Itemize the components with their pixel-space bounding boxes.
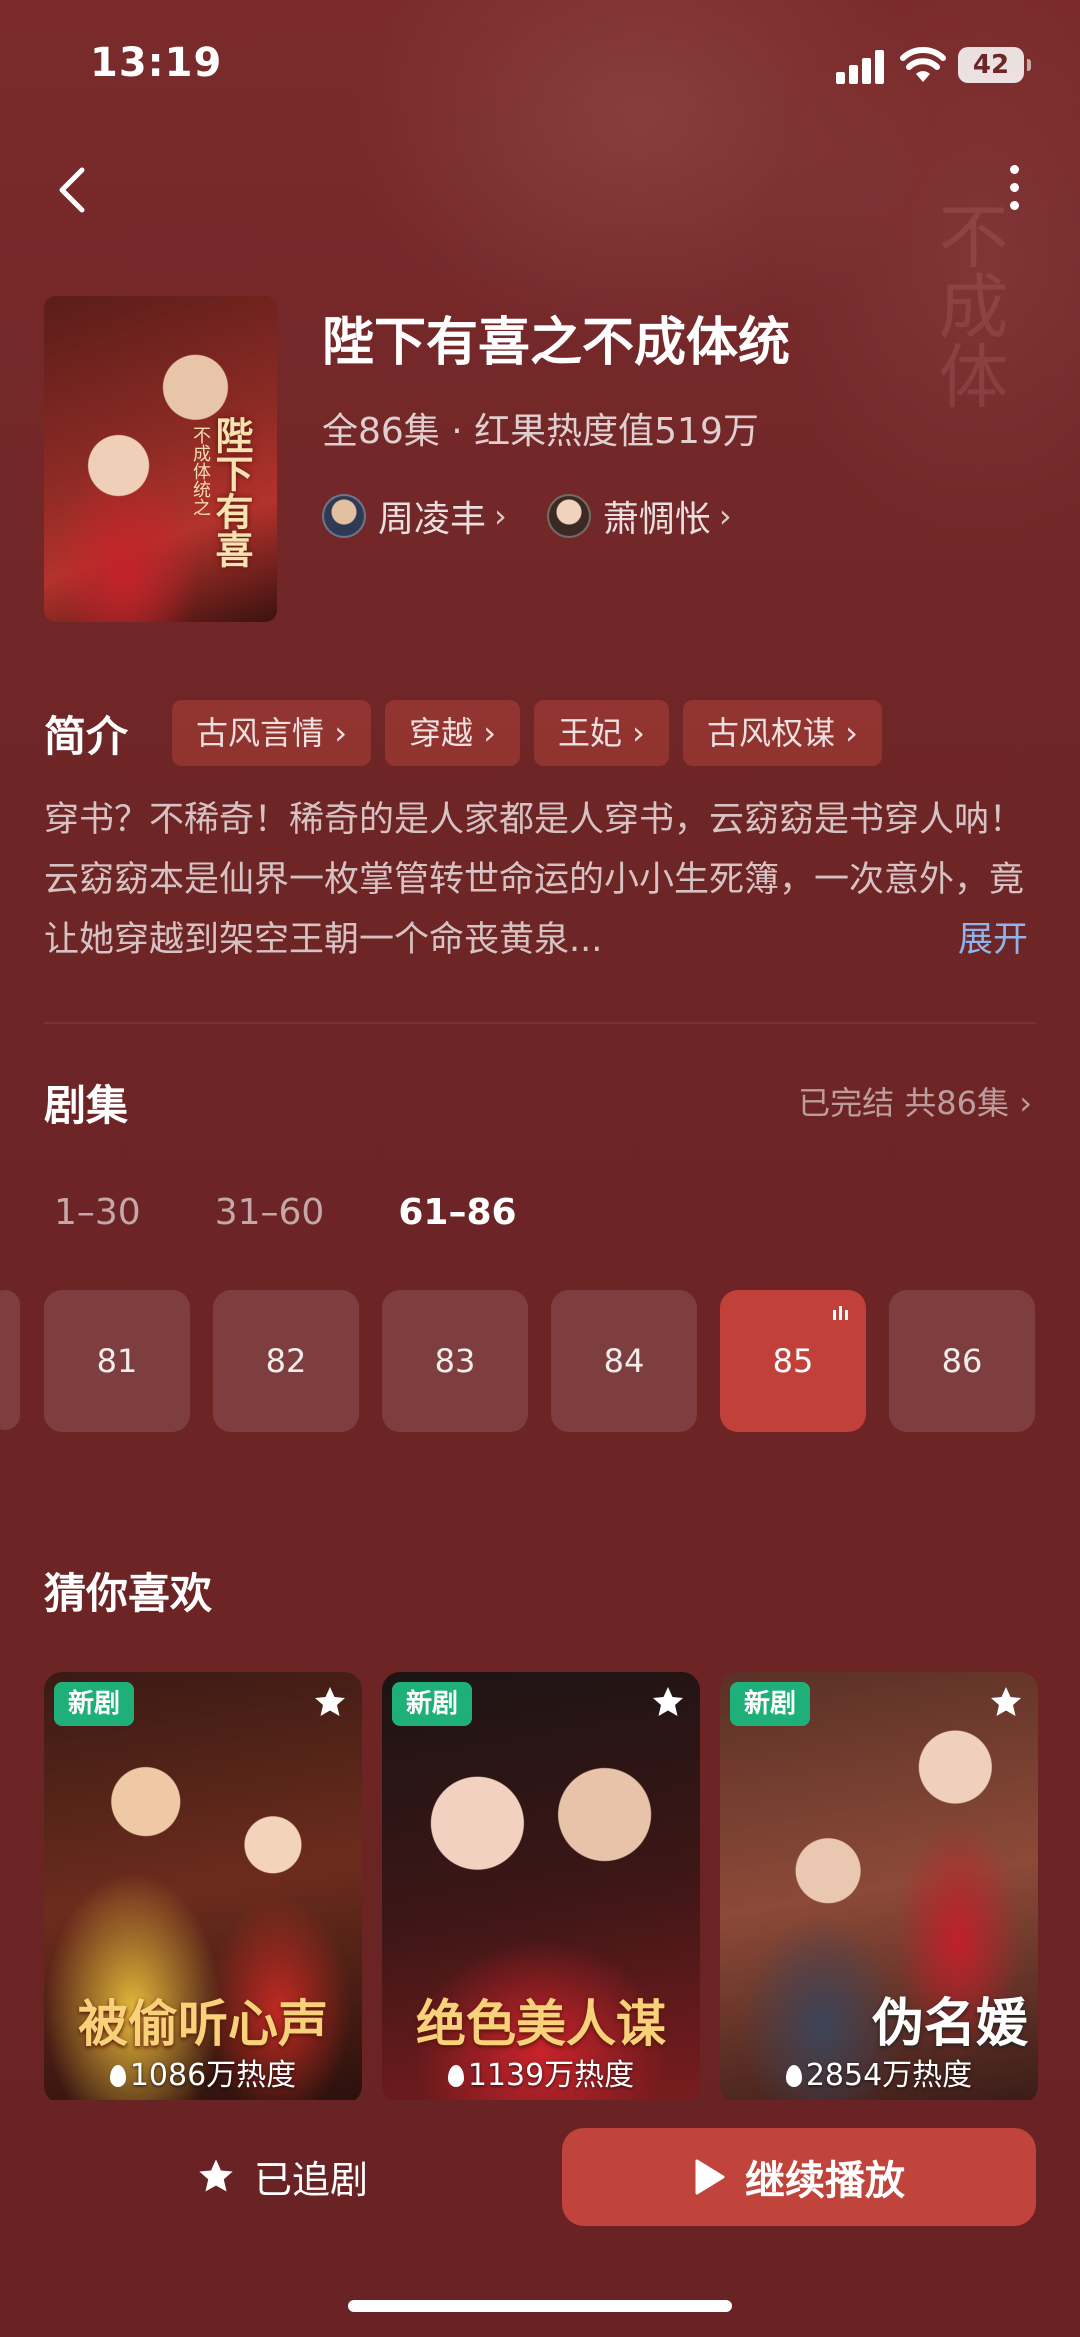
tag[interactable]: 古风言情 ›: [172, 700, 371, 766]
expand-link[interactable]: 展开: [958, 910, 1028, 970]
tag-label: 古风言情: [196, 714, 325, 752]
episode-grid: 81 82 83 84 85 86: [44, 1290, 1035, 1432]
tab-range-1[interactable]: 1–30: [54, 1192, 141, 1233]
follow-label: 已追剧: [254, 2157, 369, 2202]
episodes-status: 已完结 共86集: [798, 1084, 1010, 1122]
play-label: 继续播放: [745, 2158, 905, 2204]
episode-button[interactable]: 81: [44, 1290, 190, 1432]
new-badge: 新剧: [730, 1682, 811, 1726]
star-icon[interactable]: [988, 1684, 1024, 1720]
flame-icon: [109, 2065, 126, 2087]
episode-number: 85: [772, 1342, 814, 1380]
battery-icon: 42: [958, 47, 1031, 83]
now-playing-icon: [833, 1306, 848, 1320]
heat-value: 1139万热度: [467, 2058, 635, 2093]
chevron-right-icon: ›: [334, 714, 347, 752]
intro-header: 简介 古风言情 › 穿越 › 王妃 › 古风权谋 ›: [44, 700, 882, 766]
episodes-heading: 剧集: [44, 1081, 129, 1130]
heat-value: 1086万热度: [129, 2058, 297, 2093]
continue-play-button[interactable]: 继续播放: [562, 2128, 1036, 2226]
star-icon: [199, 2159, 233, 2192]
back-button[interactable]: [44, 160, 104, 220]
cast-name: 萧惆怅: [602, 499, 711, 540]
tag-list: 古风言情 › 穿越 › 王妃 › 古风权谋 ›: [172, 700, 882, 766]
status-bar: 13:19 42: [0, 0, 1080, 130]
tag[interactable]: 古风权谋 ›: [682, 700, 882, 766]
chevron-right-icon: ›: [1019, 1084, 1032, 1122]
poster-title: 绝色美人谋: [416, 1994, 666, 2053]
cast-item[interactable]: 周凌丰 ›: [322, 490, 507, 542]
recommend-list: 新剧 被偷听心声 1086万热度 新剧 绝色美人谋 1139万热度 新剧 伪名媛…: [44, 1672, 1038, 2104]
more-options-button[interactable]: [996, 160, 1032, 220]
star-icon[interactable]: [650, 1684, 686, 1720]
heat-label: 1139万热度: [382, 2050, 700, 2094]
episode-button-partial[interactable]: [0, 1290, 20, 1430]
poster-title: 被偷听心声: [78, 1994, 328, 2053]
episode-button[interactable]: 83: [382, 1290, 528, 1432]
signal-icon: [836, 50, 884, 84]
avatar: [546, 494, 591, 538]
chevron-right-icon: ›: [483, 714, 496, 752]
drama-meta: 全86集 · 红果热度值519万: [322, 411, 759, 452]
background-watermark-text: 不成体: [927, 200, 1009, 410]
recommend-card[interactable]: 新剧 绝色美人谋 1139万热度: [382, 1672, 700, 2104]
tag[interactable]: 穿越 ›: [385, 700, 520, 766]
tab-range-2[interactable]: 31–60: [215, 1192, 325, 1233]
episode-range-tabs: 1–30 31–60 61–86: [54, 1192, 591, 1233]
tag-label: 王妃: [557, 714, 622, 752]
star-icon[interactable]: [312, 1684, 348, 1720]
chevron-right-icon: ›: [845, 714, 858, 752]
tag-label: 古风权谋: [706, 714, 835, 752]
cast-name: 周凌丰: [378, 499, 487, 540]
home-indicator: [348, 2300, 732, 2312]
divider: [44, 1022, 1036, 1024]
new-badge: 新剧: [54, 1682, 135, 1726]
avatar: [322, 494, 366, 538]
chevron-right-icon: ›: [494, 497, 507, 535]
poster-title: 伪名媛: [871, 1993, 1028, 2054]
episode-button-playing[interactable]: 85: [720, 1290, 866, 1432]
heat-value: 2854万热度: [805, 2058, 973, 2093]
follow-button[interactable]: 已追剧: [196, 2146, 368, 2206]
new-badge: 新剧: [392, 1682, 473, 1726]
wifi-icon: [900, 47, 946, 82]
episode-button[interactable]: 82: [213, 1290, 359, 1432]
episodes-status-link[interactable]: 已完结 共86集 ›: [798, 1078, 1032, 1124]
tag-label: 穿越: [409, 714, 474, 752]
recommend-card[interactable]: 新剧 伪名媛 2854万热度: [720, 1672, 1038, 2104]
cover-title: 陛下有喜: [209, 416, 254, 568]
play-icon: [695, 2159, 725, 2195]
tab-range-3[interactable]: 61–86: [398, 1192, 516, 1233]
chevron-right-icon: ›: [632, 714, 645, 752]
recommend-heading: 猜你喜欢: [44, 1569, 213, 1618]
flame-icon: [447, 2065, 464, 2087]
drama-cover-image: 不成体统之 陛下有喜: [44, 296, 277, 622]
synopsis-text: 穿书？不稀奇！稀奇的是人家都是人穿书，云窈窈是书穿人呐！云窈窈本是仙界一枚掌管转…: [44, 800, 1025, 960]
heat-label: 2854万热度: [720, 2050, 1038, 2094]
episode-button[interactable]: 86: [889, 1290, 1035, 1432]
intro-heading: 简介: [44, 711, 129, 761]
recommend-card[interactable]: 新剧 被偷听心声 1086万热度: [44, 1672, 362, 2104]
episode-button[interactable]: 84: [551, 1290, 697, 1432]
flame-icon: [785, 2065, 802, 2087]
cast-list: 周凌丰 › 萧惆怅 ›: [322, 490, 732, 542]
status-time: 13:19: [90, 40, 223, 86]
heat-label: 1086万热度: [44, 2050, 362, 2094]
tag[interactable]: 王妃 ›: [533, 700, 669, 766]
chevron-right-icon: ›: [718, 497, 732, 535]
drama-title: 陛下有喜之不成体统: [322, 313, 791, 373]
cast-item[interactable]: 萧惆怅 ›: [546, 490, 732, 542]
